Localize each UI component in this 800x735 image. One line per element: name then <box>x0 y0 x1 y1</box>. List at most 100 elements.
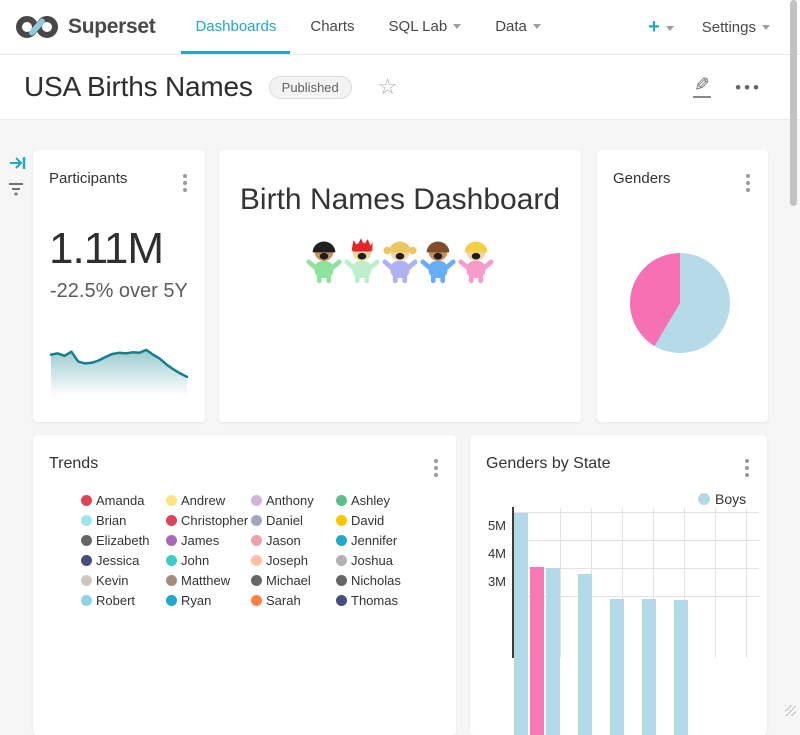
vertical-scrollbar-thumb[interactable] <box>790 0 797 206</box>
legend-item-michael[interactable]: Michael <box>251 570 336 590</box>
legend-item-joseph[interactable]: Joseph <box>251 550 336 570</box>
legend-dot <box>81 495 92 506</box>
legend-item-sarah[interactable]: Sarah <box>251 590 336 610</box>
filter-funnel-icon[interactable] <box>7 180 25 198</box>
legend-dot <box>166 575 177 586</box>
top-nav: Superset DashboardsChartsSQL LabData + S… <box>0 0 800 55</box>
nav-item-dashboards[interactable]: Dashboards <box>181 0 290 54</box>
kids-emoji-row <box>219 236 581 284</box>
superset-logo[interactable]: Superset <box>16 13 155 41</box>
chevron-down-icon <box>666 26 674 31</box>
legend-dot <box>698 493 710 505</box>
legend-item-christopher[interactable]: Christopher <box>166 510 251 530</box>
kid-emoji <box>306 236 342 284</box>
gridline <box>560 508 561 658</box>
legend-item-john[interactable]: John <box>166 550 251 570</box>
kebab-menu-icon[interactable] <box>745 459 749 463</box>
settings-menu[interactable]: Settings <box>702 19 770 36</box>
resize-handle[interactable] <box>785 705 796 716</box>
kebab-menu-icon[interactable] <box>183 174 187 178</box>
new-button[interactable]: + <box>648 17 674 37</box>
bar-boys[interactable] <box>514 513 528 735</box>
genders-pie-chart <box>630 253 730 353</box>
legend-label: Elizabeth <box>96 533 149 548</box>
edit-pencil-icon[interactable]: ✎ <box>693 76 711 98</box>
legend-item-jennifer[interactable]: Jennifer <box>336 530 421 550</box>
legend-item-anthony[interactable]: Anthony <box>251 490 336 510</box>
legend-label: James <box>181 533 219 548</box>
gridline <box>746 508 747 658</box>
kid-emoji <box>382 236 418 284</box>
legend-label: Kevin <box>96 573 129 588</box>
nav-item-charts[interactable]: Charts <box>296 0 368 54</box>
nav-item-data[interactable]: Data <box>481 0 555 54</box>
legend-item-ashley[interactable]: Ashley <box>336 490 421 510</box>
chart-title: Participants <box>49 170 127 187</box>
kebab-menu-icon[interactable] <box>434 459 438 463</box>
legend-label: Ryan <box>181 593 211 608</box>
bar-girls[interactable] <box>530 567 544 735</box>
legend-item-robert[interactable]: Robert <box>81 590 166 610</box>
legend-label: Michael <box>266 573 311 588</box>
kid-emoji <box>420 236 456 284</box>
more-options-icon[interactable]: ••• <box>735 79 762 96</box>
legend-item-brian[interactable]: Brian <box>81 510 166 530</box>
kid-emoji <box>458 236 494 284</box>
legend-item-andrew[interactable]: Andrew <box>166 490 251 510</box>
legend-label: Anthony <box>266 493 314 508</box>
legend-item-jessica[interactable]: Jessica <box>81 550 166 570</box>
chart-title: Trends <box>49 455 98 473</box>
bar-boys[interactable] <box>674 600 688 735</box>
chevron-down-icon <box>762 25 770 30</box>
legend-dot <box>336 575 347 586</box>
legend-dot <box>166 515 177 526</box>
y-axis-tick: 3M <box>476 575 506 589</box>
legend-dot <box>166 595 177 606</box>
legend-label: Brian <box>96 513 126 528</box>
gridline <box>513 512 759 513</box>
bar-boys[interactable] <box>610 599 624 735</box>
legend-dot <box>81 535 92 546</box>
genders-by-state-card: Genders by State Boys 5M4M3M <box>470 435 767 735</box>
legend-label: David <box>351 513 384 528</box>
bar-boys[interactable] <box>546 568 560 735</box>
legend-label: Sarah <box>266 593 301 608</box>
legend-item-jason[interactable]: Jason <box>251 530 336 550</box>
legend-label: Christopher <box>181 513 248 528</box>
logo-text: Superset <box>68 15 155 39</box>
legend-dot <box>336 535 347 546</box>
legend-label: John <box>181 553 209 568</box>
expand-filter-bar-icon[interactable] <box>9 154 27 172</box>
legend-label: Joseph <box>266 553 308 568</box>
participants-trendline-chart <box>47 338 191 398</box>
trends-card: Trends AmandaAndrew Anthony Ashley Brian Chr… <box>33 435 456 735</box>
kid-emoji <box>344 236 380 284</box>
trends-legend: AmandaAndrew Anthony Ashley Brian Christophe… <box>81 490 421 610</box>
gridline <box>513 540 759 541</box>
legend-dot <box>336 555 347 566</box>
chart-title: Genders by State <box>486 455 611 473</box>
legend-item-daniel[interactable]: Daniel <box>251 510 336 530</box>
dashboard-header: USA Births Names Published ☆ ✎ ••• <box>0 55 800 120</box>
y-axis-tick: 4M <box>476 547 506 561</box>
favorite-star-icon[interactable]: ☆ <box>378 76 398 98</box>
legend-item-nicholas[interactable]: Nicholas <box>336 570 421 590</box>
legend-item-thomas[interactable]: Thomas <box>336 590 421 610</box>
legend-item-joshua[interactable]: Joshua <box>336 550 421 570</box>
legend-item-david[interactable]: David <box>336 510 421 530</box>
boys-legend-item[interactable]: Boys <box>698 491 746 507</box>
nav-item-sql-lab[interactable]: SQL Lab <box>375 0 476 54</box>
legend-item-james[interactable]: James <box>166 530 251 550</box>
gridline <box>715 508 716 658</box>
legend-item-matthew[interactable]: Matthew <box>166 570 251 590</box>
kebab-menu-icon[interactable] <box>746 174 750 178</box>
bar-boys[interactable] <box>578 574 592 735</box>
legend-item-kevin[interactable]: Kevin <box>81 570 166 590</box>
bar-boys[interactable] <box>642 599 656 735</box>
legend-item-amanda[interactable]: Amanda <box>81 490 166 510</box>
chevron-down-icon <box>533 24 541 29</box>
legend-item-ryan[interactable]: Ryan <box>166 590 251 610</box>
legend-label: Daniel <box>266 513 303 528</box>
genders-card: Genders <box>597 150 768 422</box>
legend-item-elizabeth[interactable]: Elizabeth <box>81 530 166 550</box>
